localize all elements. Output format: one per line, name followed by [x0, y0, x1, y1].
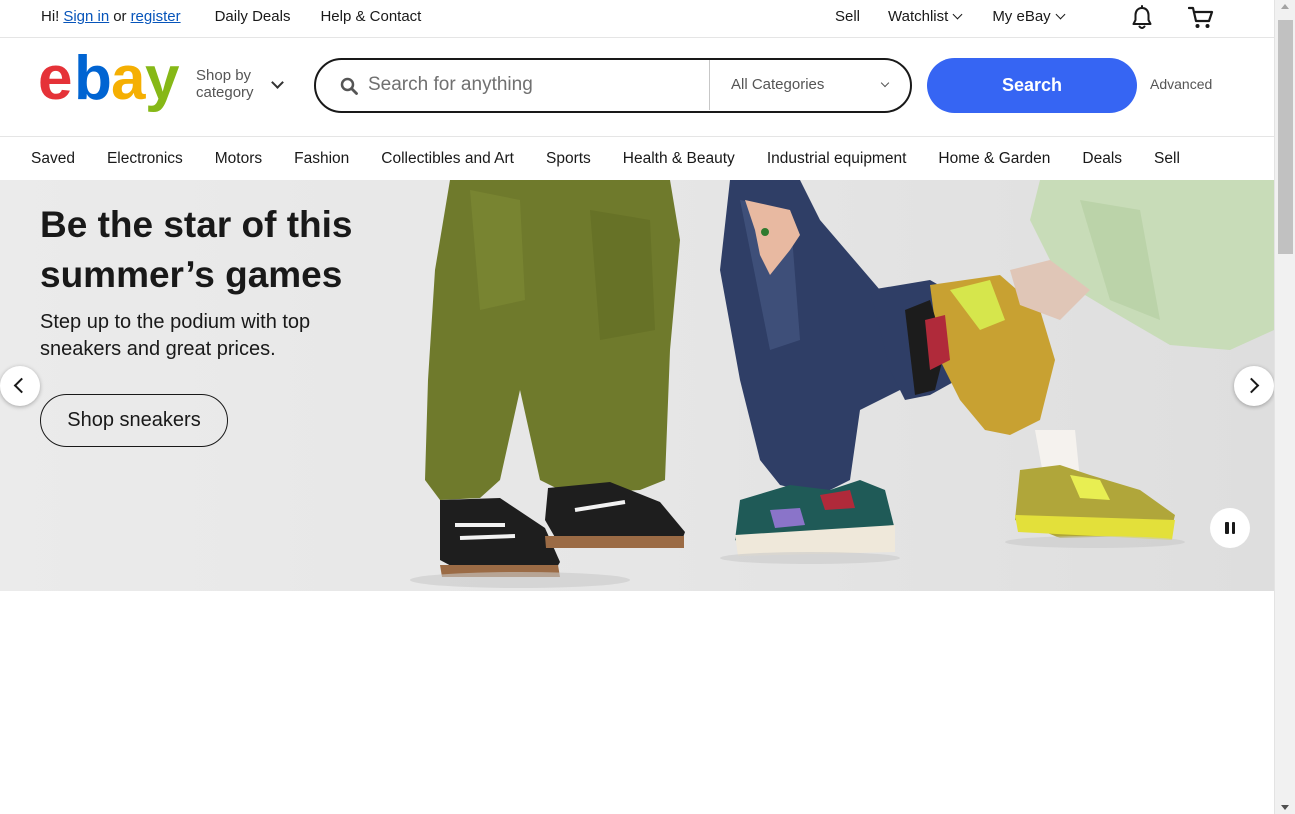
- category-select[interactable]: All Categories: [709, 60, 909, 110]
- or-text: or: [113, 8, 127, 25]
- ebay-logo[interactable]: e b a y: [38, 53, 188, 115]
- cart-icon[interactable]: [1188, 6, 1214, 30]
- logo-letter-a: a: [111, 53, 146, 113]
- category-label: category: [196, 84, 254, 101]
- chevron-down-icon: [880, 78, 890, 88]
- nav-item-fashion[interactable]: Fashion: [294, 150, 349, 168]
- chevron-left-icon: [13, 377, 30, 394]
- chevron-right-icon: [1243, 377, 1260, 394]
- daily-deals-link[interactable]: Daily Deals: [215, 8, 291, 25]
- my-ebay-menu[interactable]: My eBay: [992, 8, 1066, 25]
- register-link[interactable]: register: [131, 8, 181, 25]
- shop-by-label: Shop by: [196, 67, 252, 84]
- my-ebay-label: My eBay: [992, 8, 1051, 25]
- search-input[interactable]: [368, 70, 698, 100]
- carousel-next-button[interactable]: [1234, 366, 1274, 406]
- shop-by-category-button[interactable]: Shop by category: [196, 67, 254, 101]
- nav-item-saved[interactable]: Saved: [31, 150, 75, 168]
- advanced-search-link[interactable]: Advanced: [1150, 76, 1212, 92]
- greeting-text: Hi!: [41, 8, 60, 25]
- scroll-up-arrow-icon[interactable]: [1281, 4, 1289, 9]
- chevron-down-icon: [952, 9, 963, 20]
- watchlist-menu[interactable]: Watchlist: [888, 8, 963, 25]
- page-scrollbar[interactable]: [1274, 0, 1295, 814]
- category-nav-list: Saved Electronics Motors Fashion Collectible…: [31, 150, 1212, 168]
- shop-sneakers-button[interactable]: Shop sneakers: [40, 394, 228, 447]
- help-contact-link[interactable]: Help & Contact: [320, 8, 421, 25]
- search-icon: [340, 77, 358, 95]
- nav-item-deals[interactable]: Deals: [1082, 150, 1122, 168]
- logo-letter-b: b: [74, 53, 110, 113]
- logo-letter-y: y: [145, 53, 180, 113]
- carousel-prev-button[interactable]: [0, 366, 40, 406]
- nav-item-sell[interactable]: Sell: [1154, 150, 1180, 168]
- main-header: e b a y Shop by category All Categories …: [0, 39, 1274, 137]
- chevron-down-icon[interactable]: [271, 76, 284, 89]
- nav-item-electronics[interactable]: Electronics: [107, 150, 183, 168]
- account-links: Sell Watchlist My eBay: [835, 8, 1066, 25]
- scroll-down-arrow-icon[interactable]: [1281, 805, 1289, 810]
- hero-title: Be the star of this summer’s games: [40, 204, 353, 295]
- watchlist-label: Watchlist: [888, 8, 949, 25]
- sign-in-link[interactable]: Sign in: [63, 8, 109, 25]
- scroll-thumb[interactable]: [1278, 20, 1293, 254]
- logo-letter-e: e: [38, 53, 71, 113]
- search-bar: All Categories: [314, 58, 912, 113]
- nav-item-health-beauty[interactable]: Health & Beauty: [623, 150, 735, 168]
- hero-banner: Be the star of this summer’s games Step …: [0, 180, 1274, 591]
- greeting-area: Hi! Sign in or register Daily Deals Help…: [41, 8, 421, 25]
- search-button[interactable]: Search: [927, 58, 1137, 113]
- chevron-down-icon: [1055, 9, 1066, 20]
- top-utility-bar: Hi! Sign in or register Daily Deals Help…: [0, 0, 1274, 38]
- hero-subtitle: Step up to the podium with top sneakers …: [40, 311, 311, 360]
- category-nav: Saved Electronics Motors Fashion Collectible…: [0, 137, 1274, 180]
- category-select-value: All Categories: [731, 76, 825, 93]
- nav-item-industrial-equipment[interactable]: Industrial equipment: [767, 150, 907, 168]
- nav-item-motors[interactable]: Motors: [215, 150, 262, 168]
- carousel-pause-button[interactable]: [1210, 508, 1250, 548]
- nav-item-home-garden[interactable]: Home & Garden: [938, 150, 1050, 168]
- sell-link[interactable]: Sell: [835, 8, 860, 25]
- bell-icon[interactable]: [1130, 5, 1154, 31]
- nav-item-collectibles-and-art[interactable]: Collectibles and Art: [381, 150, 514, 168]
- nav-item-sports[interactable]: Sports: [546, 150, 591, 168]
